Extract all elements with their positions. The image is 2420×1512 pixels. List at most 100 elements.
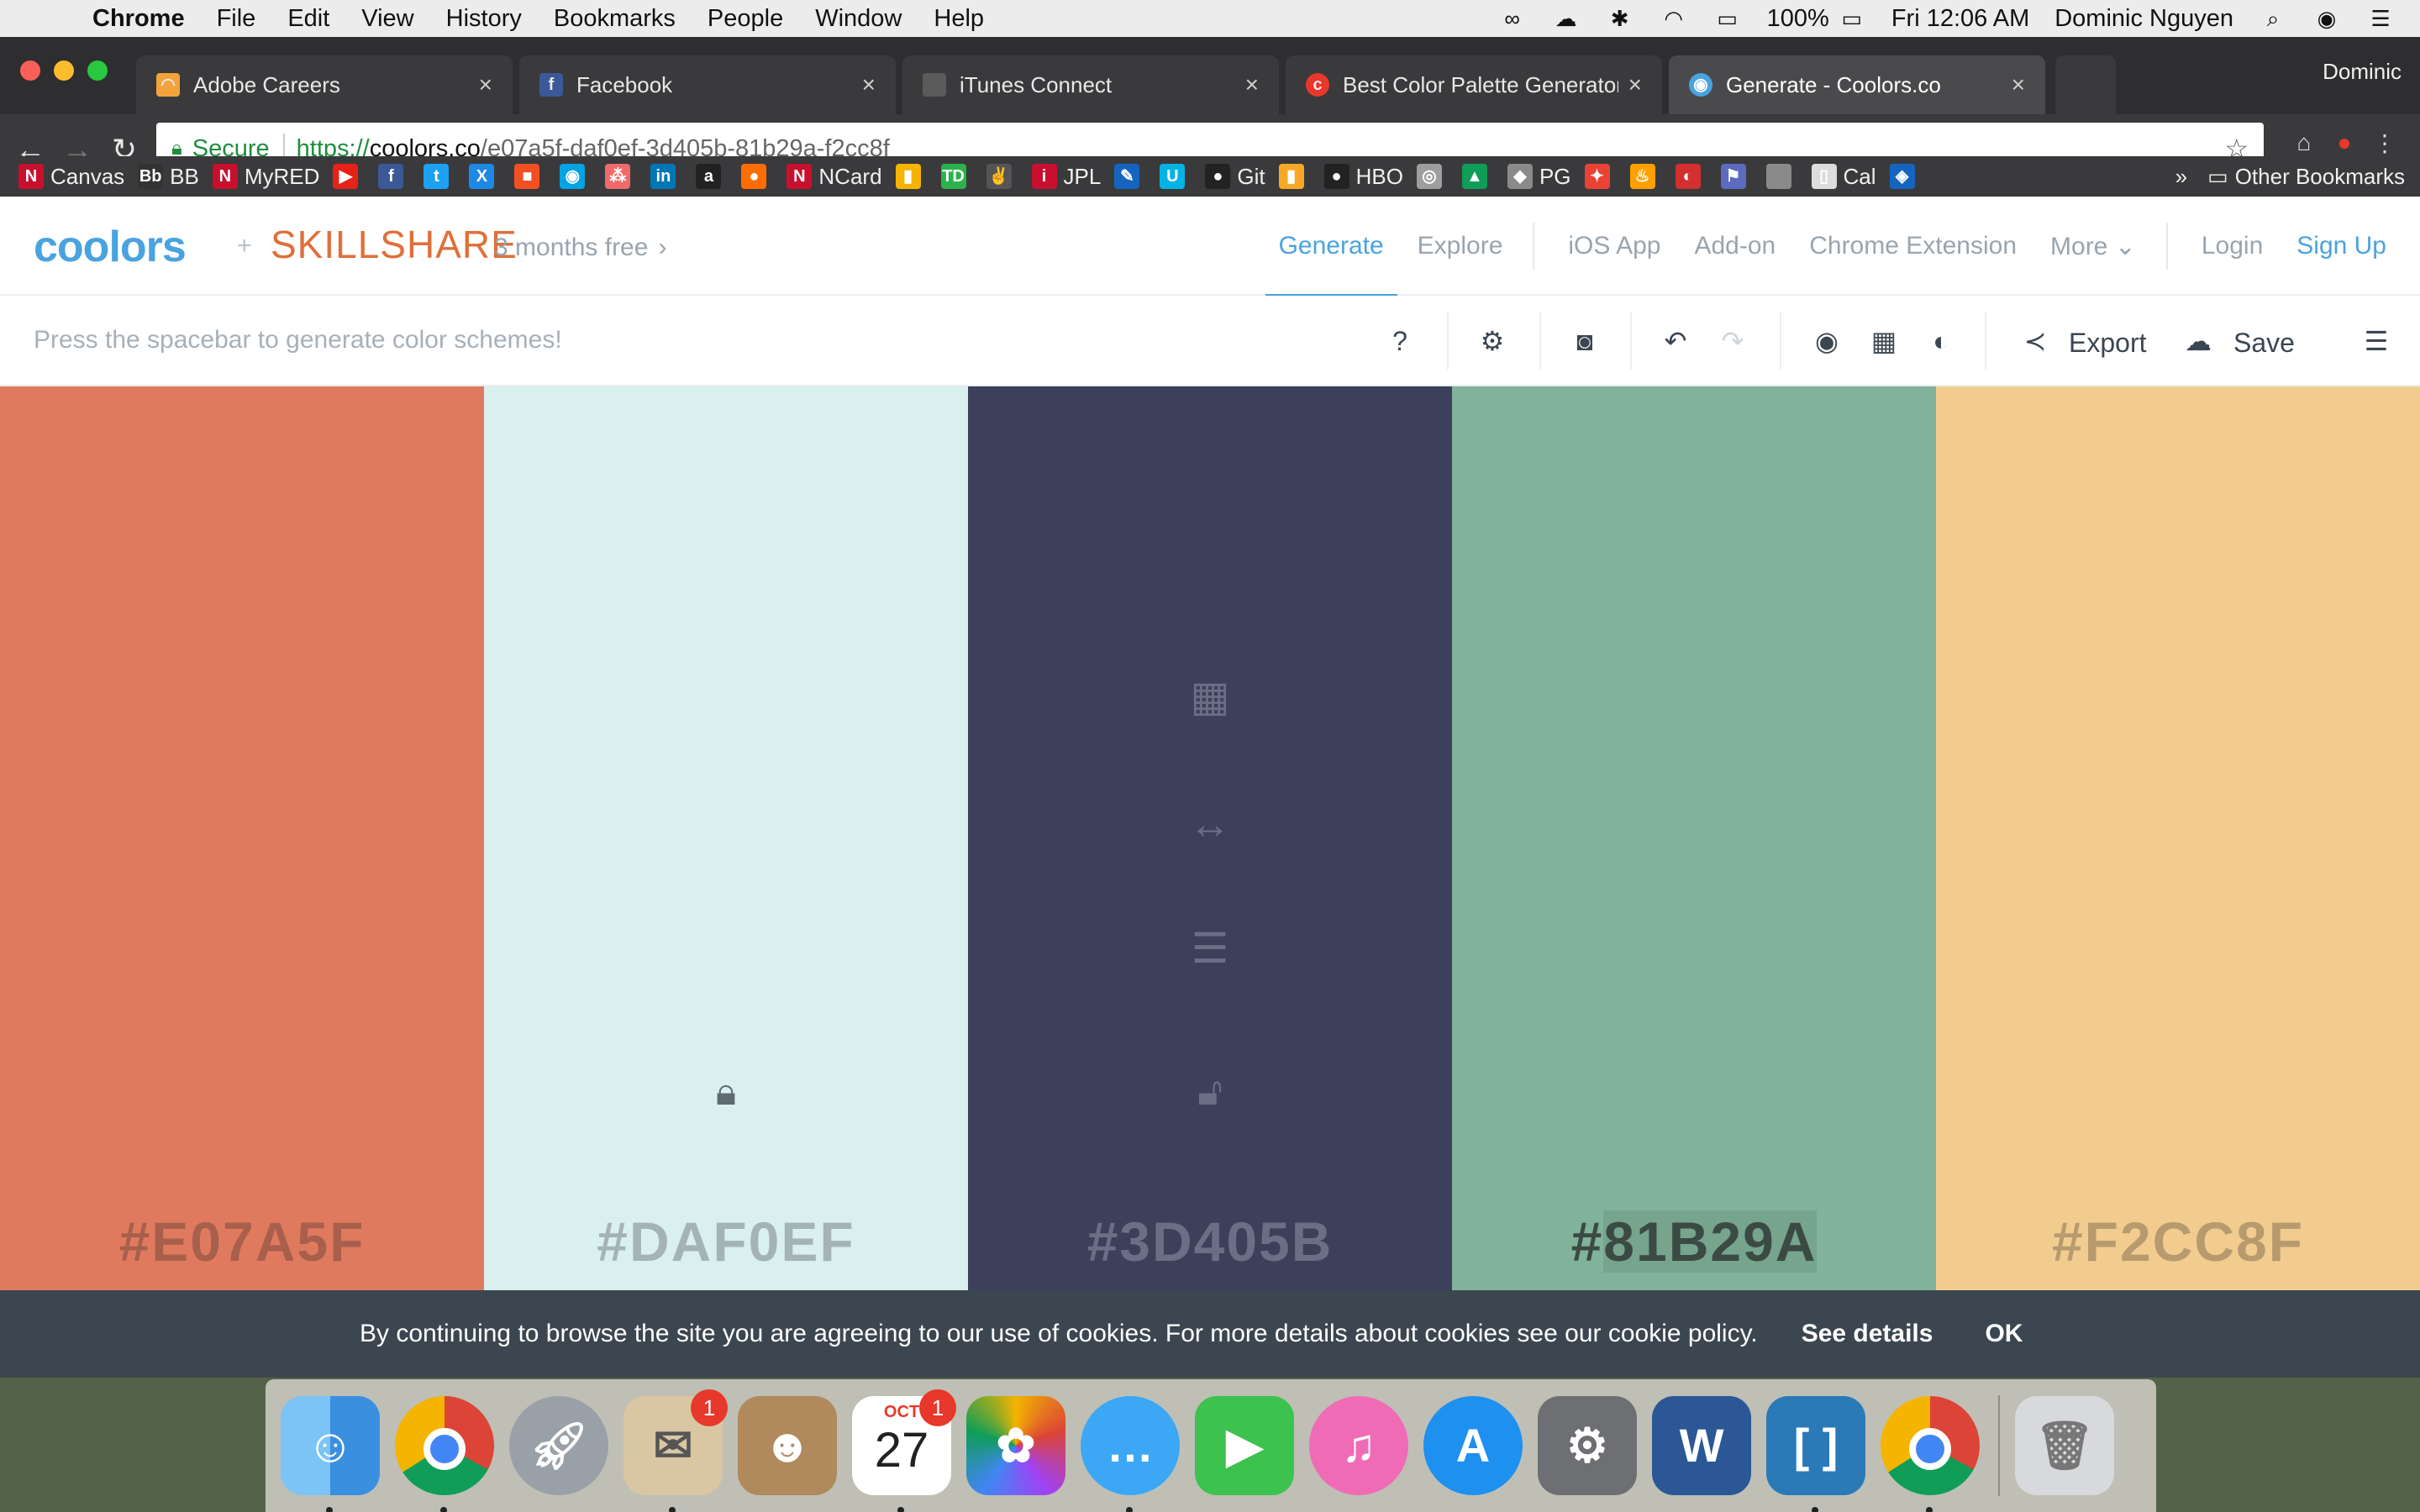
- close-tab-icon[interactable]: ×: [862, 71, 876, 98]
- photos-icon[interactable]: ✿: [966, 1396, 1065, 1495]
- bookmark-item[interactable]: a: [696, 164, 728, 189]
- spotlight-icon[interactable]: ⌕: [2259, 7, 2287, 30]
- chrome-canary-icon[interactable]: [1881, 1396, 1980, 1512]
- export-button[interactable]: Export: [2069, 328, 2146, 359]
- creative-cloud-icon[interactable]: ∞: [1498, 7, 1527, 30]
- app-store-icon[interactable]: A: [1423, 1396, 1523, 1495]
- undo-icon[interactable]: ↶: [1654, 319, 1697, 363]
- help-icon[interactable]: ?: [1378, 319, 1422, 363]
- nav-ios-app[interactable]: iOS App: [1568, 232, 1660, 260]
- nav-login[interactable]: Login: [2202, 232, 2263, 260]
- bookmark-item[interactable]: ⚑: [1720, 164, 1753, 189]
- itunes-icon[interactable]: ♫: [1309, 1396, 1408, 1495]
- bookmark-item[interactable]: ▮: [1278, 164, 1311, 189]
- grid-icon[interactable]: ▦: [1190, 672, 1229, 721]
- menu-view[interactable]: View: [361, 5, 413, 33]
- cookie-ok-button[interactable]: OK: [1985, 1320, 2023, 1348]
- facetime-icon[interactable]: ▶: [1195, 1396, 1294, 1495]
- tab-itunes-connect[interactable]: iTunes Connect ×: [902, 55, 1279, 114]
- nav-more[interactable]: More ⌄: [2050, 232, 2136, 261]
- bookmark-item[interactable]: N MyRED: [212, 164, 319, 190]
- bookmark-item[interactable]: ◉: [560, 164, 592, 189]
- cloud-upload-icon[interactable]: ☁: [2176, 319, 2220, 363]
- menu-bookmarks[interactable]: Bookmarks: [554, 5, 676, 33]
- messages-icon[interactable]: …: [1081, 1396, 1180, 1512]
- bookmark-item[interactable]: ✦: [1584, 164, 1617, 189]
- bookmark-item[interactable]: ♨: [1629, 164, 1662, 189]
- hex-code[interactable]: #E07A5F: [0, 1210, 484, 1273]
- bookmarks-overflow-icon[interactable]: »: [2175, 164, 2187, 190]
- color-swatch[interactable]: ▦ ↔ ☰ 🔓︎ #3D405B: [968, 386, 1452, 1378]
- color-swatch[interactable]: #F2CC8F: [1936, 386, 2420, 1378]
- bookmark-item[interactable]: Bb BB: [138, 164, 199, 190]
- bookmark-item[interactable]: ◆ PG: [1507, 164, 1571, 190]
- bookmark-item[interactable]: X: [469, 164, 501, 189]
- hex-code[interactable]: #3D405B: [968, 1210, 1452, 1273]
- color-swatch[interactable]: #81B29A: [1452, 386, 1936, 1378]
- bluetooth-icon[interactable]: ✱: [1606, 7, 1634, 30]
- bookmark-item[interactable]: ✎: [1114, 164, 1146, 189]
- notification-center-icon[interactable]: ☰: [2366, 7, 2395, 30]
- bookmark-item[interactable]: ●: [741, 164, 773, 189]
- nav-chrome-extension[interactable]: Chrome Extension: [1809, 232, 2017, 260]
- close-tab-icon[interactable]: ×: [1245, 71, 1259, 98]
- bookmark-item[interactable]: ◈: [1889, 164, 1922, 189]
- extension-icon[interactable]: ⌂: [2284, 129, 2324, 157]
- hex-code[interactable]: #DAF0EF: [484, 1210, 968, 1273]
- nav-sign-up[interactable]: Sign Up: [2296, 232, 2386, 260]
- menu-help[interactable]: Help: [934, 5, 984, 33]
- nav-generate[interactable]: Generate: [1265, 232, 1397, 297]
- redo-icon[interactable]: ↷: [1711, 319, 1754, 363]
- menu-people[interactable]: People: [708, 5, 783, 33]
- bookmark-item[interactable]: ▲: [1461, 164, 1494, 189]
- bookmark-item[interactable]: ✌: [986, 164, 1018, 189]
- battery-icon[interactable]: ▭: [1838, 7, 1866, 30]
- contacts-icon[interactable]: ☻: [738, 1396, 837, 1495]
- wifi-icon[interactable]: ◠: [1660, 7, 1688, 30]
- bookmark-item[interactable]: ■: [514, 164, 546, 189]
- cloud-upload-icon[interactable]: ☁: [1552, 7, 1581, 30]
- close-tab-icon[interactable]: ×: [479, 71, 492, 98]
- close-tab-icon[interactable]: ×: [2012, 71, 2025, 98]
- bookmark-item[interactable]: U: [1160, 164, 1192, 189]
- color-swatch[interactable]: #E07A5F: [0, 386, 484, 1378]
- bookmark-item[interactable]: TD: [940, 164, 973, 189]
- bookmark-item[interactable]: ◎: [1416, 164, 1449, 189]
- close-window-icon[interactable]: [20, 60, 40, 81]
- system-preferences-icon[interactable]: ⚙: [1538, 1396, 1637, 1495]
- unlock-icon[interactable]: 🔓︎: [1197, 1068, 1223, 1116]
- adjust-contrast-icon[interactable]: ◐: [1919, 319, 1963, 363]
- bookmark-item[interactable]: ⁂: [605, 164, 637, 189]
- nav-add-on[interactable]: Add-on: [1694, 232, 1776, 260]
- bookmark-item[interactable]: [1765, 164, 1798, 189]
- color-swatch[interactable]: 🔒︎ #DAF0EF: [484, 386, 968, 1378]
- hamburger-menu-icon[interactable]: ☰: [2354, 319, 2398, 363]
- trash-icon[interactable]: 🗑︎: [2015, 1396, 2114, 1495]
- eye-icon[interactable]: ◉: [1805, 319, 1849, 363]
- bookmark-item[interactable]: ▯ Cal: [1811, 164, 1876, 190]
- zoom-window-icon[interactable]: [87, 60, 108, 81]
- menu-clock[interactable]: Fri 12:06 AM: [1891, 5, 2029, 33]
- see-details-link[interactable]: See details: [1802, 1320, 1933, 1348]
- launchpad-icon[interactable]: 🚀︎: [509, 1396, 608, 1495]
- nav-explore[interactable]: Explore: [1418, 232, 1503, 260]
- brackets-icon[interactable]: [ ]: [1766, 1396, 1865, 1512]
- calendar-icon[interactable]: OCT 27 1: [852, 1389, 956, 1512]
- tab-coolors-generate[interactable]: ◉ Generate - Coolors.co ×: [1669, 55, 2045, 114]
- close-tab-icon[interactable]: ×: [1628, 71, 1642, 98]
- coolors-logo[interactable]: coolors: [34, 222, 187, 272]
- bookmark-item[interactable]: f: [378, 164, 410, 189]
- bookmark-item[interactable]: N Canvas: [18, 164, 124, 190]
- bookmark-item[interactable]: ▶: [333, 164, 365, 189]
- hex-code[interactable]: #F2CC8F: [1936, 1210, 2420, 1273]
- chrome-icon[interactable]: [395, 1396, 494, 1512]
- menu-user[interactable]: Dominic Nguyen: [2054, 5, 2233, 33]
- settings-gear-icon[interactable]: ⚙: [1470, 319, 1514, 363]
- other-bookmarks-folder[interactable]: Other Bookmarks: [2235, 164, 2405, 190]
- bookmark-item[interactable]: t: [424, 164, 455, 189]
- airplay-icon[interactable]: ▭: [1713, 7, 1742, 30]
- tab-adobe-careers[interactable]: ◠ Adobe Careers ×: [136, 55, 513, 114]
- save-button[interactable]: Save: [2233, 328, 2295, 359]
- sliders-icon[interactable]: ☰: [1192, 924, 1229, 973]
- bookmark-item[interactable]: ● Git: [1205, 164, 1265, 190]
